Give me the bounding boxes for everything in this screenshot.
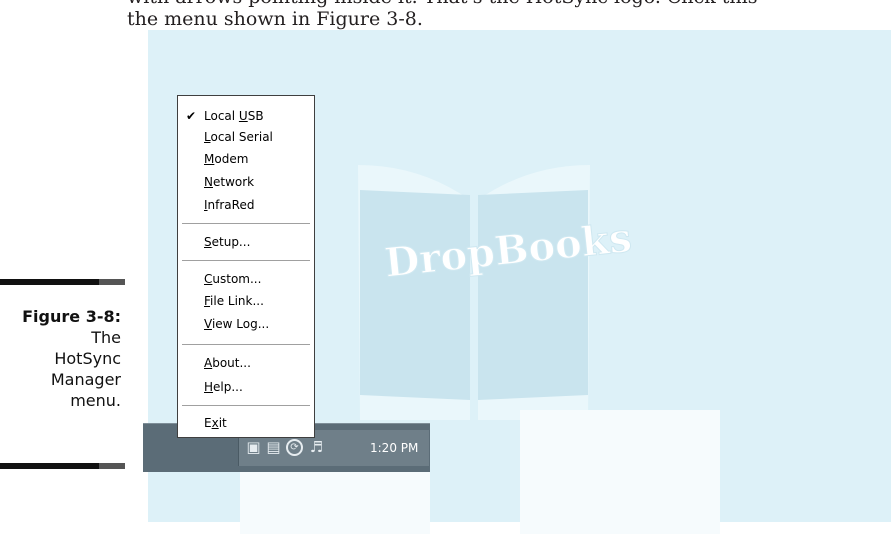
menu-item-modem[interactable]: Modem: [204, 150, 248, 168]
menu-item-setup[interactable]: Setup...: [204, 233, 250, 251]
body-text-line-2: the menu shown in Figure 3-8.: [127, 8, 423, 30]
menu-item-network[interactable]: Network: [204, 173, 254, 191]
hotsync-icon[interactable]: ⟳: [286, 439, 303, 456]
speaker-icon[interactable]: ♬: [308, 439, 325, 456]
menu-item-about[interactable]: About...: [204, 354, 251, 372]
check-icon: ✔: [186, 109, 197, 123]
menu-item-custom[interactable]: Custom...: [204, 270, 261, 288]
caption-line: The: [91, 328, 121, 347]
caption-line: menu.: [70, 391, 121, 410]
caption-line: HotSync: [54, 349, 121, 368]
menu-item-help[interactable]: Help...: [204, 378, 243, 396]
caption-line: Manager: [50, 370, 121, 389]
caption-rule-top: [0, 279, 125, 285]
dropbooks-watermark: DropBooks: [148, 30, 891, 534]
figure-label: Figure 3-8:: [22, 307, 121, 326]
menu-separator: [182, 260, 310, 262]
menu-item-local-serial[interactable]: Local Serial: [204, 128, 273, 146]
network-activity-icon[interactable]: ▤: [265, 439, 282, 456]
hotsync-context-menu: ✔ Local USB Local Serial Modem Network I…: [177, 95, 315, 438]
menu-item-local-usb[interactable]: Local USB: [204, 107, 264, 125]
body-text-line-1: with arrows pointing inside it. That's t…: [127, 0, 757, 8]
menu-separator: [182, 344, 310, 346]
menu-item-view-log[interactable]: View Log...: [204, 315, 269, 333]
menu-item-file-link[interactable]: File Link...: [204, 292, 264, 310]
caption-rule-bottom: [0, 463, 125, 469]
menu-separator: [182, 405, 310, 407]
network-icon[interactable]: ▣: [245, 439, 262, 456]
clock[interactable]: 1:20 PM: [370, 441, 418, 455]
menu-item-infrared[interactable]: InfraRed: [204, 196, 254, 214]
figure-caption: Figure 3-8: The HotSync Manager menu.: [0, 306, 121, 411]
menu-separator: [182, 223, 310, 225]
menu-item-exit[interactable]: Exit: [204, 414, 227, 432]
